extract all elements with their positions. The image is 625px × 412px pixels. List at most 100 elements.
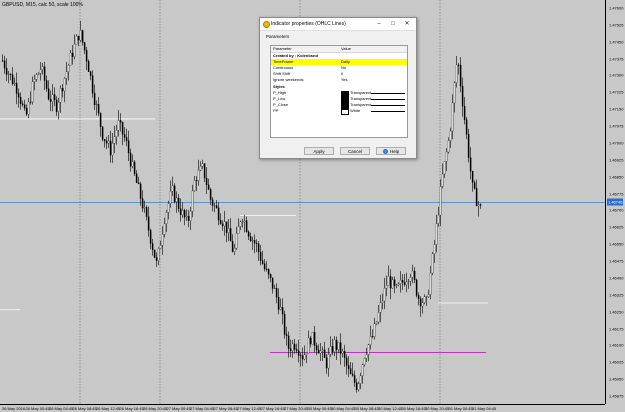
line-style-preview[interactable] (371, 93, 405, 94)
candle-body (243, 220, 246, 222)
price-tick-label: 1.46475 (609, 258, 624, 264)
candle-body (339, 342, 342, 354)
current-price-label: 1.46748 (607, 198, 624, 206)
time-tick-label: 26 May 2016 (2, 406, 26, 411)
candle-body (171, 185, 174, 192)
help-button[interactable]: ? Help (376, 147, 406, 155)
candle-body (445, 151, 448, 162)
line-style-preview[interactable] (371, 99, 405, 100)
candle-body (185, 215, 188, 218)
candle-body (309, 337, 312, 345)
candle-body (335, 339, 338, 350)
candle-body (333, 339, 336, 352)
price-tick-label: 1.47300 (609, 72, 624, 78)
candle-body (65, 71, 68, 79)
candle-body (267, 269, 270, 275)
line-style-preview[interactable] (371, 111, 405, 112)
candle-body (423, 296, 426, 303)
time-tick-label: 26 May 04:45 (49, 406, 74, 411)
candle-body (279, 307, 282, 310)
candle-body (273, 288, 276, 290)
time-tick-label: 31 May 04:45 (472, 406, 497, 411)
candle-body (167, 203, 170, 213)
color-swatch[interactable] (341, 109, 349, 115)
price-tick-label: 1.46025 (609, 359, 624, 365)
candle-body (245, 220, 248, 233)
candle-body (249, 236, 252, 242)
cancel-button[interactable]: Cancel (340, 147, 370, 155)
candle-body (187, 215, 190, 221)
candle-body (227, 228, 230, 233)
candle-body (467, 134, 470, 158)
candle-body (37, 73, 40, 75)
candle-body (283, 313, 286, 335)
candle-body (71, 52, 74, 57)
candle-body (103, 139, 106, 142)
candle-body (327, 354, 330, 369)
candle-body (67, 64, 70, 72)
time-axis[interactable]: 26 May 2016 26 May 00:45 26 May 04:45 26 Ma… (0, 404, 605, 412)
indicator-icon (263, 21, 270, 28)
candle-body (425, 296, 428, 298)
close-button[interactable]: ✕ (402, 20, 412, 28)
candle-body (75, 35, 78, 45)
candle-body (97, 104, 100, 114)
candle-body (59, 88, 62, 103)
candle-body (347, 365, 350, 369)
candle-body (253, 240, 256, 244)
dialog-titlebar[interactable]: Indicator properties (OHLC Lines) – □ ✕ (260, 18, 416, 31)
minimize-button[interactable]: – (374, 20, 384, 28)
candle-body (25, 107, 28, 115)
candle-body (135, 173, 138, 183)
maximize-button[interactable]: □ (388, 20, 398, 28)
time-tick-label: 30 May 16:45 (401, 406, 426, 411)
candle-body (33, 79, 36, 82)
candle-body (361, 364, 364, 377)
candle-body (117, 120, 120, 131)
candle-body (175, 197, 178, 203)
candle-body (241, 221, 244, 223)
time-tick-label: 27 May 20:45 (284, 406, 309, 411)
candle-body (127, 140, 130, 154)
price-tick-label: 1.46250 (609, 309, 624, 315)
candle-body (45, 80, 48, 89)
candle-body (5, 67, 8, 75)
candle-body (395, 284, 398, 286)
candle-body (449, 130, 452, 141)
price-axis[interactable]: 1.47600 1.47525 1.47450 1.47375 1.47300 1.472… (605, 0, 625, 404)
candle-body (297, 350, 300, 356)
candle-body (87, 61, 90, 72)
row-value[interactable]: Yes (341, 77, 348, 83)
time-tick-label: 26 May 16:45 (119, 406, 144, 411)
candle-body (411, 270, 414, 278)
candle-body (1, 60, 4, 62)
candle-body (453, 82, 456, 104)
candle-body (223, 221, 226, 227)
candle-body (119, 120, 122, 123)
candle-body (199, 166, 202, 171)
apply-button[interactable]: Apply (304, 147, 334, 155)
candle-body (389, 276, 392, 289)
time-tick-label: 30 May 12:45 (378, 406, 403, 411)
candle-body (277, 297, 280, 310)
style-row-pp[interactable]: PP White (271, 108, 407, 115)
candle-body (43, 66, 46, 81)
table-row-ignore-weekends[interactable]: Ignore weekends Yes (271, 77, 407, 83)
line-style-preview[interactable] (371, 105, 405, 106)
tab-parameters[interactable]: Parameters (266, 34, 289, 39)
candle-body (155, 257, 158, 261)
candle-body (41, 66, 44, 70)
candle-body (431, 253, 434, 274)
candle-body (307, 337, 310, 354)
candle-body (131, 161, 134, 167)
candle-body (35, 74, 38, 80)
candle-body (201, 163, 204, 167)
candle-body (341, 350, 344, 354)
row-name: PP (273, 108, 279, 113)
candle-body (415, 279, 418, 296)
row-name: Ignore weekends (273, 77, 304, 82)
candle-body (183, 210, 186, 218)
candle-body (257, 243, 260, 253)
candle-body (291, 343, 294, 351)
candle-body (91, 75, 94, 94)
